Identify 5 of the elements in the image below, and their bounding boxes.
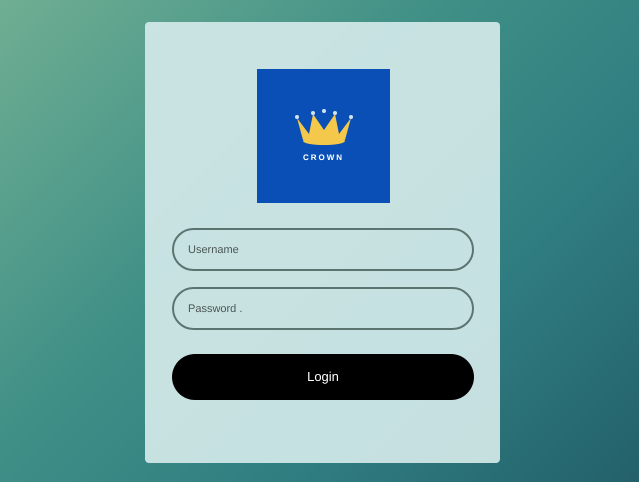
login-button[interactable]: Login [172,354,474,400]
logo-text: CROWN [302,152,344,164]
username-field[interactable]: Username [172,228,474,271]
password-field[interactable]: Password . [172,287,474,330]
crown-icon [292,108,354,148]
